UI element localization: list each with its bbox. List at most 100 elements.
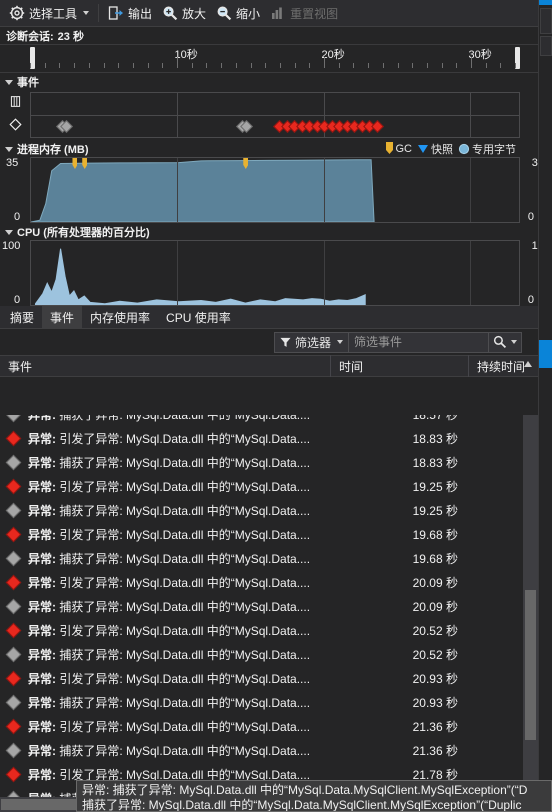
event-description: 异常: 引发了异常: MySql.Data.dll 中的“MySql.Data.…: [28, 719, 311, 734]
timeline-event-marker-thrown[interactable]: [370, 120, 384, 133]
collapse-triangle-icon[interactable]: [5, 230, 13, 235]
cpu-axis-min-right: 0: [527, 294, 534, 306]
event-description: 异常: 捕获了异常: MySql.Data.dll 中的“MySql.Data.…: [28, 743, 311, 758]
right-edge-panel: [538, 0, 552, 812]
search-icon: [493, 335, 507, 349]
exception-diamond-icon: [9, 118, 22, 131]
cpu-axis-max-left: 100: [2, 240, 21, 252]
chevron-down-icon[interactable]: [511, 340, 517, 344]
reset-view-icon: [272, 7, 282, 19]
exception-thrown-icon: [5, 574, 22, 590]
export-button[interactable]: 输出: [103, 2, 157, 25]
table-row[interactable]: 异常: 捕获了异常: MySql.Data.dll 中的“MySql.Data.…: [0, 415, 552, 426]
event-time: 20.93 秒: [412, 695, 458, 710]
legend-gc-label: GC: [395, 142, 413, 155]
chevron-down-icon[interactable]: [83, 11, 90, 15]
event-time: 20.93 秒: [412, 671, 458, 686]
events-track-exceptions[interactable]: [31, 115, 519, 137]
table-row[interactable]: 异常: 捕获了异常: MySql.Data.dll 中的“MySql.Data.…: [0, 738, 552, 762]
event-description: 异常: 引发了异常: MySql.Data.dll 中的“MySql.Data.…: [28, 527, 311, 542]
memory-axis-max-left: 35: [6, 157, 19, 169]
table-row[interactable]: 异常: 捕获了异常: MySql.Data.dll 中的“MySql.Data.…: [0, 498, 552, 522]
edge-icon-box[interactable]: [540, 8, 552, 34]
zoom-in-icon: [163, 6, 178, 21]
legend-gc: GC: [385, 142, 413, 155]
session-duration: 23 秒: [57, 30, 84, 43]
events-track-rows[interactable]: [30, 92, 520, 138]
legend-snapshot: 快照: [417, 141, 453, 157]
column-header-time-label: 时间: [339, 359, 364, 374]
event-description: 异常: 引发了异常: MySql.Data.dll 中的“MySql.Data.…: [28, 671, 311, 686]
tab-3[interactable]: CPU 使用率: [158, 306, 239, 328]
table-row[interactable]: 异常: 引发了异常: MySql.Data.dll 中的“MySql.Data.…: [0, 666, 552, 690]
collapse-triangle-icon[interactable]: [5, 147, 13, 152]
table-row[interactable]: 异常: 引发了异常: MySql.Data.dll 中的“MySql.Data.…: [0, 474, 552, 498]
tab-2[interactable]: 内存使用率: [82, 306, 158, 328]
table-row[interactable]: 异常: 引发了异常: MySql.Data.dll 中的“MySql.Data.…: [0, 714, 552, 738]
ruler-label-20s: 20秒: [321, 49, 345, 61]
exception-thrown-icon: [5, 430, 22, 446]
chevron-down-icon[interactable]: [337, 340, 343, 344]
filter-events-input[interactable]: [349, 331, 489, 353]
events-grid-body[interactable]: 异常: 捕获了异常: MySql.Data.dll 中的“MySql.Data.…: [0, 415, 552, 812]
sort-ascending-icon[interactable]: [524, 361, 532, 367]
edge-label-box[interactable]: [540, 36, 552, 56]
memory-section-header[interactable]: 进程内存 (MB) GC 快照 专用字节: [0, 140, 552, 157]
column-header-event[interactable]: 事件: [0, 355, 330, 377]
details-tabstrip: 摘要 事件 内存使用率 CPU 使用率: [0, 306, 552, 329]
zoom-in-label: 放大: [182, 6, 207, 21]
tooltip-line-2: 捕获了异常: MySql.Data.dll 中的“MySql.Data.MySq…: [82, 798, 522, 812]
tab-0[interactable]: 摘要: [2, 306, 42, 328]
collapse-triangle-icon[interactable]: [5, 80, 13, 85]
exception-caught-icon: [5, 646, 22, 662]
event-description: 异常: 捕获了异常: MySql.Data.dll 中的“MySql.Data.…: [28, 599, 311, 614]
table-row[interactable]: 异常: 引发了异常: MySql.Data.dll 中的“MySql.Data.…: [0, 570, 552, 594]
table-row[interactable]: 异常: 捕获了异常: MySql.Data.dll 中的“MySql.Data.…: [0, 642, 552, 666]
gc-marker-icon: [385, 142, 393, 154]
select-tool-label: 选择工具: [29, 6, 78, 21]
event-description: 异常: 捕获了异常: MySql.Data.dll 中的“MySql.Data.…: [28, 695, 311, 710]
events-gutter: [0, 90, 30, 140]
legend-private-bytes-label: 专用字节: [472, 143, 516, 156]
events-section-title: 事件: [17, 76, 39, 89]
table-row[interactable]: 异常: 捕获了异常: MySql.Data.dll 中的“MySql.Data.…: [0, 450, 552, 474]
zoom-in-button[interactable]: 放大: [157, 2, 211, 25]
table-row[interactable]: 异常: 引发了异常: MySql.Data.dll 中的“MySql.Data.…: [0, 522, 552, 546]
exception-caught-icon: [5, 454, 22, 470]
table-row[interactable]: 异常: 捕获了异常: MySql.Data.dll 中的“MySql.Data.…: [0, 594, 552, 618]
event-description: 异常: 捕获了异常: MySql.Data.dll 中的“MySql.Data.…: [28, 551, 311, 566]
table-row[interactable]: 异常: 引发了异常: MySql.Data.dll 中的“MySql.Data.…: [0, 426, 552, 450]
events-vertical-scrollbar[interactable]: [523, 415, 538, 794]
exception-thrown-icon: [5, 766, 22, 782]
event-time: 19.25 秒: [412, 503, 458, 518]
snapshot-triangle-icon: [418, 144, 428, 153]
select-tool-button[interactable]: 选择工具: [4, 2, 94, 25]
event-time: 21.36 秒: [412, 719, 458, 734]
cpu-section-header[interactable]: CPU (所有处理器的百分比): [0, 223, 552, 240]
memory-plot-area[interactable]: [30, 157, 520, 223]
reset-view-button[interactable]: 重置视图: [265, 2, 343, 25]
table-row[interactable]: 异常: 捕获了异常: MySql.Data.dll 中的“MySql.Data.…: [0, 546, 552, 570]
event-time: 18.57 秒: [338, 415, 458, 423]
event-time: 20.09 秒: [412, 575, 458, 590]
zoom-out-button[interactable]: 缩小: [211, 2, 265, 25]
events-track-ide[interactable]: [31, 93, 519, 115]
edge-accent-top: [539, 0, 552, 5]
ruler-track[interactable]: 10秒 20秒 30秒: [30, 45, 520, 72]
cpu-plot-area[interactable]: [30, 240, 520, 306]
memory-axis-min-right: 0: [527, 211, 534, 223]
filter-dropdown-button[interactable]: 筛选器: [273, 331, 349, 353]
events-section-header[interactable]: 事件: [0, 73, 552, 90]
cpu-graph[interactable]: 100 0 100 0: [0, 240, 552, 306]
tab-1[interactable]: 事件: [42, 306, 83, 328]
memory-graph[interactable]: 35 0 35 0: [0, 157, 552, 223]
search-button[interactable]: [489, 331, 522, 353]
timeline-ruler[interactable]: 10秒 20秒 30秒: [0, 45, 552, 73]
event-time: 19.25 秒: [412, 479, 458, 494]
vertical-scroll-thumb[interactable]: [525, 590, 536, 740]
table-row[interactable]: 异常: 引发了异常: MySql.Data.dll 中的“MySql.Data.…: [0, 618, 552, 642]
event-description: 异常: 捕获了异常: MySql.Data.dll 中的“MySql.Data.…: [28, 415, 338, 423]
column-header-time[interactable]: 时间: [330, 355, 468, 377]
table-row[interactable]: 异常: 捕获了异常: MySql.Data.dll 中的“MySql.Data.…: [0, 690, 552, 714]
event-description: 异常: 捕获了异常: MySql.Data.dll 中的“MySql.Data.…: [28, 455, 311, 470]
